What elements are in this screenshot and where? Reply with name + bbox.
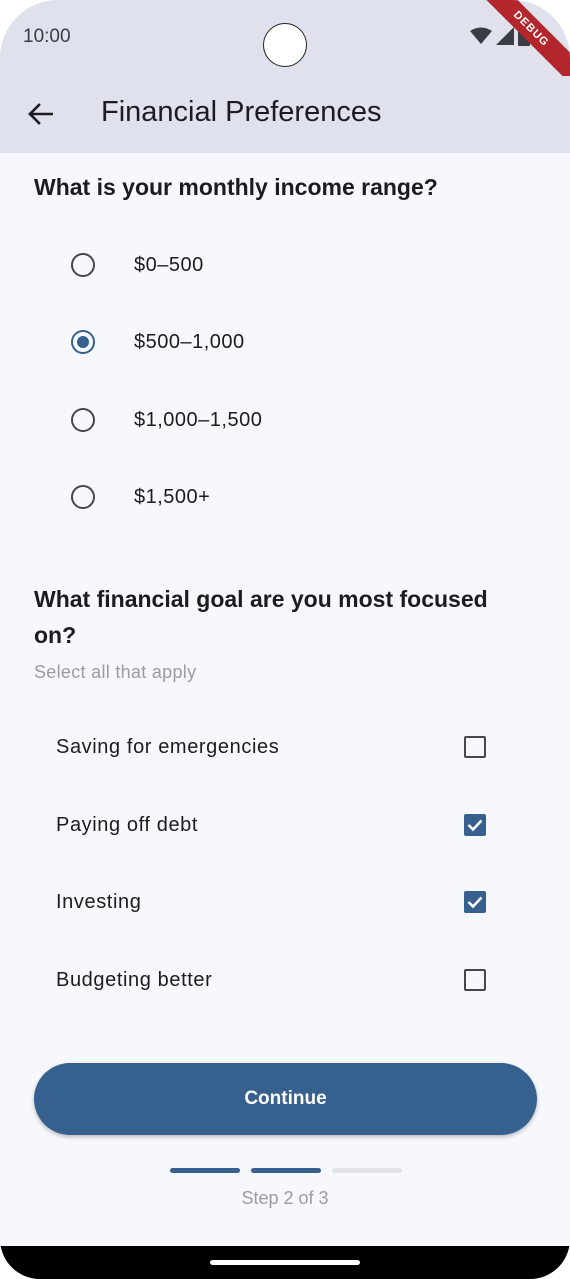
- step-text: Step 2 of 3: [241, 1188, 329, 1208]
- phone-screen: 10:00 DEBUG Financial Preferences What i…: [0, 0, 570, 1279]
- goal-option-label: Budgeting better: [56, 968, 213, 991]
- goal-option-label: Saving for emergencies: [56, 735, 280, 758]
- goals-hint: Select all that apply: [34, 662, 197, 682]
- goal-option-0[interactable]: Saving for emergencies: [34, 717, 504, 777]
- camera-cutout: [263, 23, 307, 67]
- income-option-label: $1,000–1,500: [134, 408, 263, 431]
- system-nav-bar: [0, 1246, 570, 1279]
- step-indicator-3: [332, 1168, 402, 1173]
- radio-unselected[interactable]: [71, 485, 95, 509]
- income-option-label: $500–1,000: [134, 330, 245, 353]
- radio-unselected[interactable]: [71, 253, 95, 277]
- goal-option-1[interactable]: Paying off debt: [34, 795, 504, 855]
- back-button[interactable]: [20, 92, 60, 136]
- step-indicator-1: [170, 1168, 240, 1173]
- income-option-label: $0–500: [134, 253, 204, 276]
- income-option-label: $1,500+: [134, 485, 211, 508]
- radio-unselected[interactable]: [71, 408, 95, 432]
- signal-icon: [496, 27, 514, 45]
- checkbox-unchecked[interactable]: [464, 736, 486, 758]
- wifi-icon: [470, 27, 492, 44]
- income-question: What is your monthly income range?: [34, 174, 438, 200]
- continue-button[interactable]: Continue: [34, 1063, 537, 1135]
- goals-question: What financial goal are you most focused…: [34, 586, 488, 648]
- goal-option-3[interactable]: Budgeting better: [34, 950, 504, 1010]
- goal-option-label: Paying off debt: [56, 813, 199, 836]
- checkbox-checked[interactable]: [464, 814, 486, 836]
- income-option-1[interactable]: $500–1,000: [60, 312, 520, 372]
- checkbox-unchecked[interactable]: [464, 969, 486, 991]
- home-indicator[interactable]: [210, 1260, 360, 1265]
- check-icon: [467, 896, 483, 909]
- radio-selected[interactable]: [71, 330, 95, 354]
- step-progress: [170, 1168, 402, 1173]
- app-bar: Financial Preferences: [0, 76, 570, 153]
- check-icon: [467, 819, 483, 832]
- status-time: 10:00: [23, 26, 71, 47]
- page-title: Financial Preferences: [101, 96, 382, 128]
- status-bar: 10:00 DEBUG: [0, 0, 570, 90]
- income-option-3[interactable]: $1,500+: [60, 467, 520, 527]
- checkbox-checked[interactable]: [464, 891, 486, 913]
- income-option-2[interactable]: $1,000–1,500: [60, 390, 520, 450]
- arrow-left-icon: [28, 103, 53, 125]
- step-indicator-2: [251, 1168, 321, 1173]
- income-option-0[interactable]: $0–500: [60, 235, 520, 295]
- goal-option-2[interactable]: Investing: [34, 872, 504, 932]
- goal-option-label: Investing: [56, 890, 142, 913]
